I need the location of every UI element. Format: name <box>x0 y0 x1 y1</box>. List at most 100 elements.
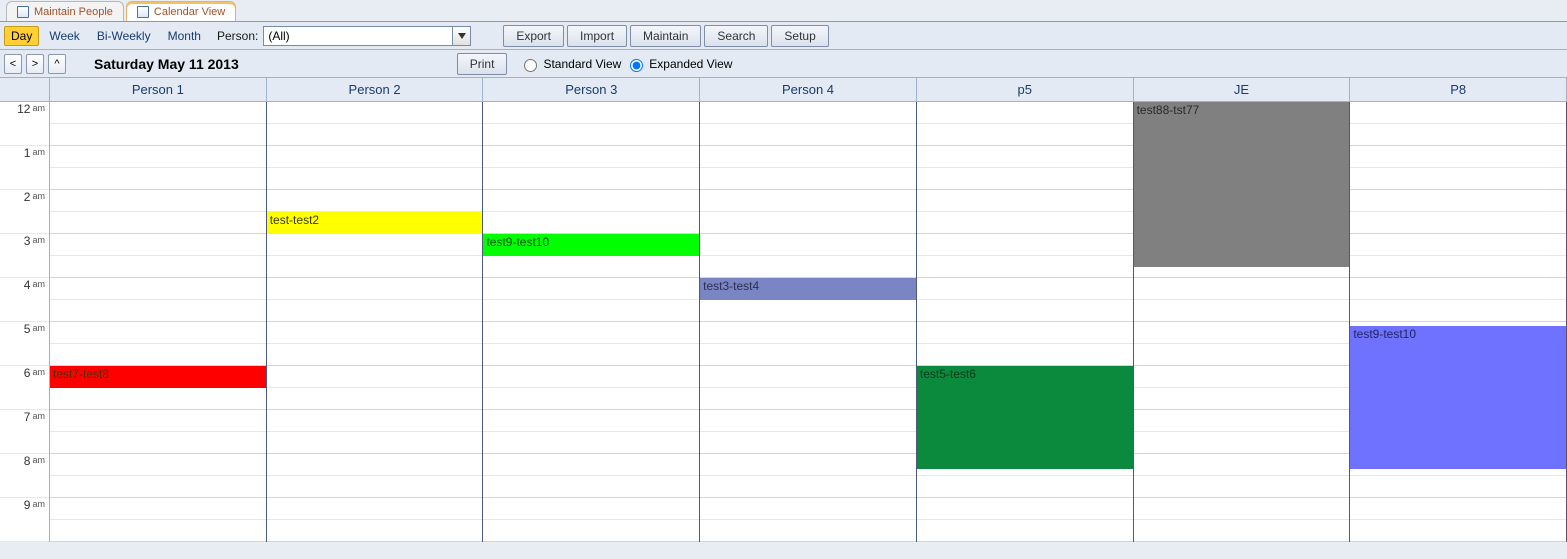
time-slot[interactable] <box>1350 278 1566 300</box>
time-slot[interactable] <box>483 366 699 388</box>
time-slot[interactable] <box>50 212 266 234</box>
time-slot[interactable] <box>50 432 266 454</box>
time-slot[interactable] <box>700 256 916 278</box>
time-slot[interactable] <box>1350 190 1566 212</box>
time-slot[interactable] <box>483 476 699 498</box>
person-filter-select[interactable]: (All) <box>263 26 453 46</box>
time-slot[interactable] <box>917 234 1133 256</box>
time-slot[interactable] <box>700 300 916 322</box>
time-slot[interactable] <box>50 278 266 300</box>
time-slot[interactable] <box>1134 476 1350 498</box>
time-slot[interactable] <box>1134 410 1350 432</box>
time-slot[interactable] <box>917 476 1133 498</box>
time-slot[interactable] <box>917 344 1133 366</box>
time-slot[interactable] <box>700 102 916 124</box>
time-slot[interactable] <box>483 146 699 168</box>
time-slot[interactable] <box>917 102 1133 124</box>
maintain-button[interactable]: Maintain <box>630 25 701 47</box>
time-slot[interactable] <box>700 234 916 256</box>
time-slot[interactable] <box>700 476 916 498</box>
time-slot[interactable] <box>483 300 699 322</box>
person-column[interactable]: test88-tst77 <box>1134 102 1351 542</box>
time-slot[interactable] <box>1350 520 1566 542</box>
time-slot[interactable] <box>483 190 699 212</box>
time-slot[interactable] <box>1134 300 1350 322</box>
time-slot[interactable] <box>267 344 483 366</box>
time-slot[interactable] <box>267 256 483 278</box>
time-slot[interactable] <box>1350 256 1566 278</box>
prev-day-button[interactable]: < <box>4 54 22 74</box>
person-column[interactable]: test5-test6 <box>917 102 1134 542</box>
time-slot[interactable] <box>917 520 1133 542</box>
time-slot[interactable] <box>50 146 266 168</box>
time-slot[interactable] <box>267 388 483 410</box>
calendar-event[interactable]: test88-tst77 <box>1134 102 1350 267</box>
time-slot[interactable] <box>483 168 699 190</box>
time-slot[interactable] <box>483 124 699 146</box>
time-slot[interactable] <box>1350 146 1566 168</box>
time-slot[interactable] <box>917 190 1133 212</box>
expanded-view-radio-input[interactable] <box>630 59 643 72</box>
time-slot[interactable] <box>483 520 699 542</box>
time-slot[interactable] <box>483 344 699 366</box>
time-slot[interactable] <box>267 410 483 432</box>
next-day-button[interactable]: > <box>26 54 44 74</box>
time-slot[interactable] <box>50 322 266 344</box>
time-slot[interactable] <box>1134 454 1350 476</box>
time-slot[interactable] <box>50 190 266 212</box>
time-slot[interactable] <box>700 344 916 366</box>
time-slot[interactable] <box>700 212 916 234</box>
time-slot[interactable] <box>700 432 916 454</box>
person-column[interactable]: test9-test10 <box>483 102 700 542</box>
time-slot[interactable] <box>1350 168 1566 190</box>
today-button[interactable]: ^ <box>48 54 66 74</box>
standard-view-radio-input[interactable] <box>524 59 537 72</box>
expanded-view-radio[interactable]: Expanded View <box>625 56 732 72</box>
calendar-event[interactable]: test3-test4 <box>700 278 916 300</box>
time-slot[interactable] <box>483 278 699 300</box>
time-slot[interactable] <box>1134 278 1350 300</box>
time-slot[interactable] <box>700 366 916 388</box>
time-slot[interactable] <box>1134 366 1350 388</box>
person-filter-dropdown-button[interactable] <box>453 26 471 46</box>
time-slot[interactable] <box>267 124 483 146</box>
time-slot[interactable] <box>1350 300 1566 322</box>
time-slot[interactable] <box>1134 388 1350 410</box>
time-slot[interactable] <box>1134 344 1350 366</box>
time-slot[interactable] <box>700 168 916 190</box>
time-slot[interactable] <box>917 322 1133 344</box>
time-slot[interactable] <box>917 498 1133 520</box>
time-slot[interactable] <box>267 432 483 454</box>
view-month-button[interactable]: Month <box>161 26 208 46</box>
time-slot[interactable] <box>917 168 1133 190</box>
time-slot[interactable] <box>50 300 266 322</box>
time-slot[interactable] <box>50 168 266 190</box>
time-slot[interactable] <box>267 234 483 256</box>
time-slot[interactable] <box>483 322 699 344</box>
import-button[interactable]: Import <box>567 25 627 47</box>
time-slot[interactable] <box>1350 498 1566 520</box>
time-slot[interactable] <box>267 476 483 498</box>
calendar-event[interactable]: test-test2 <box>267 212 483 234</box>
time-slot[interactable] <box>267 168 483 190</box>
time-slot[interactable] <box>50 454 266 476</box>
time-slot[interactable] <box>1134 520 1350 542</box>
calendar-event[interactable]: test9-test10 <box>483 234 699 256</box>
time-slot[interactable] <box>917 146 1133 168</box>
time-slot[interactable] <box>483 432 699 454</box>
setup-button[interactable]: Setup <box>771 25 828 47</box>
time-slot[interactable] <box>700 322 916 344</box>
time-slot[interactable] <box>267 366 483 388</box>
time-slot[interactable] <box>917 278 1133 300</box>
time-slot[interactable] <box>700 498 916 520</box>
time-slot[interactable] <box>483 256 699 278</box>
time-slot[interactable] <box>50 498 266 520</box>
export-button[interactable]: Export <box>503 25 564 47</box>
time-slot[interactable] <box>267 102 483 124</box>
time-slot[interactable] <box>50 256 266 278</box>
calendar-event[interactable]: test5-test6 <box>917 366 1133 469</box>
time-slot[interactable] <box>483 410 699 432</box>
time-slot[interactable] <box>1350 476 1566 498</box>
time-slot[interactable] <box>50 234 266 256</box>
view-day-button[interactable]: Day <box>4 26 39 46</box>
